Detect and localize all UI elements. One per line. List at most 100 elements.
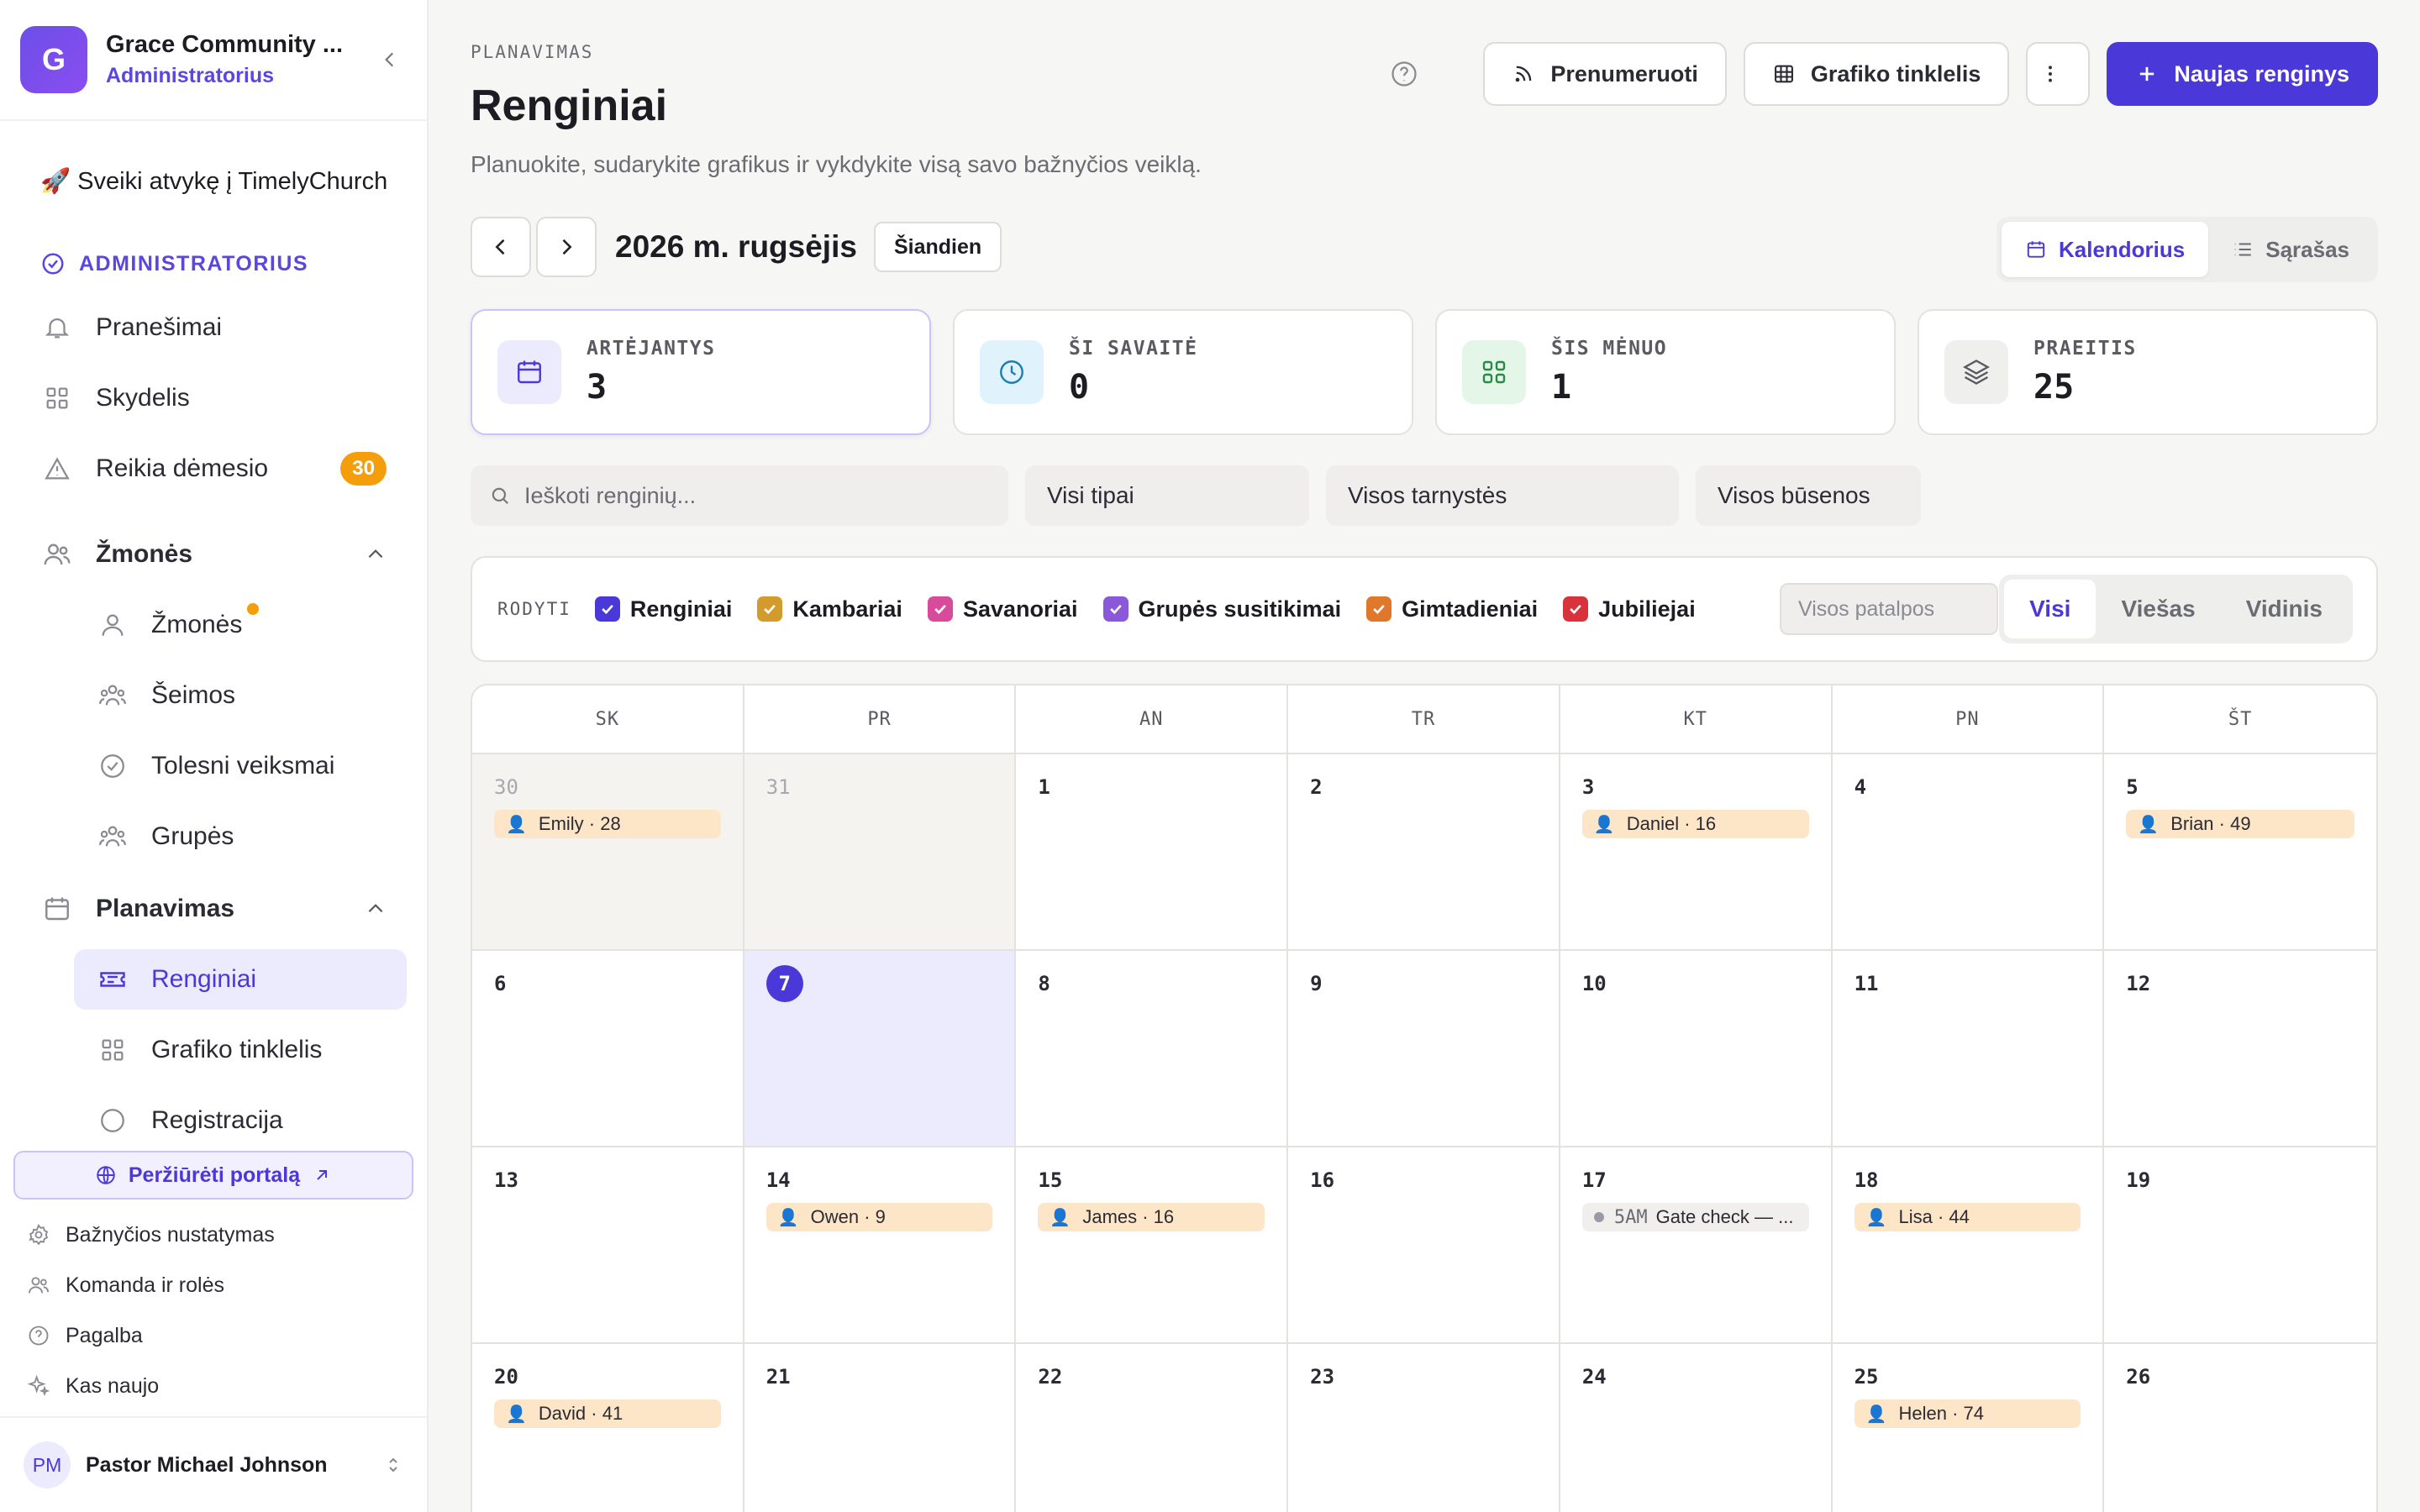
birthday-chip[interactable]: 👤 Emily · 28 xyxy=(494,810,721,838)
day-number: 19 xyxy=(2126,1168,2151,1192)
status-filter-select[interactable]: Visos būsenos xyxy=(1696,465,1921,526)
nav-people[interactable]: Žmonės xyxy=(74,595,407,655)
help-link[interactable]: Pagalba xyxy=(0,1310,427,1361)
whats-new-link[interactable]: Kas naujo xyxy=(0,1361,427,1411)
next-month-button[interactable] xyxy=(536,217,597,277)
calendar-day-cell[interactable]: 4 xyxy=(1832,754,2105,951)
layer-checkbox[interactable]: Savanoriai xyxy=(927,596,1078,622)
search-input[interactable]: Ieškoti renginių... xyxy=(471,465,1008,526)
birthday-chip[interactable]: 👤 Daniel · 16 xyxy=(1581,810,1809,838)
calendar-day-cell[interactable]: 10 xyxy=(1560,951,1833,1147)
org-logo[interactable]: G xyxy=(20,26,87,93)
calendar-day-cell[interactable]: 24 xyxy=(1560,1344,1833,1512)
layer-checkbox[interactable]: Gimtadieniai xyxy=(1366,596,1538,622)
layer-checkbox[interactable]: Grupės susitikimai xyxy=(1102,596,1341,622)
more-options-button[interactable] xyxy=(2026,42,2091,106)
birthday-chip[interactable]: 👤 Lisa · 44 xyxy=(1854,1203,2081,1231)
calendar-day-cell[interactable]: 23 xyxy=(1288,1344,1560,1512)
team-roles-link[interactable]: Komanda ir rolės xyxy=(0,1260,427,1310)
visibility-toggle: Visi Viešas Vidinis xyxy=(1999,575,2353,643)
stat-this-week[interactable]: ŠI SAVAITĖ 0 xyxy=(953,309,1413,435)
calendar-day-cell[interactable]: 13 xyxy=(472,1147,744,1344)
nav-followups[interactable]: Tolesni veiksmai xyxy=(74,736,407,796)
nav-schedule-grid[interactable]: Grafiko tinklelis xyxy=(74,1020,407,1080)
nav-people-group[interactable]: Žmonės xyxy=(20,524,407,585)
rooms-filter-select[interactable]: Visos patalpos xyxy=(1780,583,1998,635)
prev-month-button[interactable] xyxy=(471,217,531,277)
nav-events[interactable]: Renginiai xyxy=(74,949,407,1010)
nav-families[interactable]: Šeimos xyxy=(74,665,407,726)
day-number: 5 xyxy=(2126,775,2139,799)
calendar-day-cell[interactable]: 15 👤 James · 16 xyxy=(1016,1147,1289,1344)
birthday-chip[interactable]: 👤 Owen · 9 xyxy=(765,1203,993,1231)
birthday-chip[interactable]: 👤 Helen · 74 xyxy=(1854,1399,2081,1428)
calendar-day-cell[interactable]: 30 👤 Emily · 28 xyxy=(472,754,744,951)
birthday-chip[interactable]: 👤 James · 16 xyxy=(1038,1203,1265,1231)
birthday-chip[interactable]: 👤 David · 41 xyxy=(494,1399,721,1428)
stat-this-month[interactable]: ŠIS MĖNUO 1 xyxy=(1435,309,1896,435)
calendar-day-cell[interactable]: 22 xyxy=(1016,1344,1289,1512)
calendar-day-cell[interactable]: 11 xyxy=(1832,951,2105,1147)
nav-planning-group[interactable]: Planavimas xyxy=(20,879,407,939)
calendar-day-cell[interactable]: 14 👤 Owen · 9 xyxy=(744,1147,1017,1344)
stat-icon-wrap xyxy=(497,340,561,404)
calendar-day-cell[interactable]: 25 👤 Helen · 74 xyxy=(1833,1344,2105,1512)
help-icon[interactable] xyxy=(1389,59,1419,89)
calendar-event-chip[interactable]: 5AM Gate check — ... xyxy=(1581,1203,1809,1231)
view-portal-button[interactable]: Peržiūrėti portalą xyxy=(13,1151,413,1200)
layer-checkbox[interactable]: Kambariai xyxy=(757,596,902,622)
visibility-all[interactable]: Visi xyxy=(2004,580,2096,638)
birthday-chip[interactable]: 👤 Brian · 49 xyxy=(2126,810,2354,838)
stat-upcoming[interactable]: ARTĖJANTYS 3 xyxy=(471,309,931,435)
nav-registrations[interactable]: Registracija xyxy=(74,1090,407,1142)
calendar-day-cell[interactable]: 12 xyxy=(2104,951,2376,1147)
calendar-day-cell[interactable]: 26 xyxy=(2104,1344,2376,1512)
ministry-filter-select[interactable]: Visos tarnystės xyxy=(1326,465,1679,526)
calendar-day-cell[interactable]: 17 5AM Gate check — ... xyxy=(1560,1147,1833,1344)
visibility-public[interactable]: Viešas xyxy=(2096,580,2220,638)
checkbox-checked-icon xyxy=(594,596,620,622)
church-settings-link[interactable]: Bažnyčios nustatymas xyxy=(0,1210,427,1260)
calendar-day-cell[interactable]: 9 xyxy=(1288,951,1560,1147)
subscribe-button[interactable]: Prenumeruoti xyxy=(1483,42,1727,106)
calendar-day-cell[interactable]: 7 xyxy=(744,951,1017,1147)
org-switcher[interactable]: Grace Community ... Administratorius xyxy=(106,31,373,88)
view-calendar-button[interactable]: Kalendorius xyxy=(2001,222,2209,277)
calendar-day-cell[interactable]: 21 xyxy=(744,1344,1017,1512)
layer-checkbox[interactable]: Jubiliejai xyxy=(1563,596,1696,622)
user-menu[interactable]: PM Pastor Michael Johnson xyxy=(0,1416,427,1512)
ticket-icon xyxy=(96,963,129,996)
person-icon: 👤 xyxy=(1593,815,1615,834)
admin-section-label[interactable]: ADMINISTRATORIUS xyxy=(20,245,407,282)
calendar-day-cell[interactable]: 3 👤 Daniel · 16 xyxy=(1560,754,1833,951)
stat-past[interactable]: PRAEITIS 25 xyxy=(1918,309,2378,435)
view-list-button[interactable]: Sąrašas xyxy=(2208,222,2373,277)
calendar-day-cell[interactable]: 6 xyxy=(472,951,744,1147)
today-button[interactable]: Šiandien xyxy=(873,222,1002,272)
collapse-sidebar-button[interactable] xyxy=(373,43,407,76)
calendar-day-cell[interactable]: 5 👤 Brian · 49 xyxy=(2104,754,2376,951)
nav-groups[interactable]: Grupės xyxy=(74,806,407,867)
welcome-link[interactable]: 🚀 Sveiki atvykę į TimelyChurch xyxy=(20,165,407,198)
calendar-day-cell[interactable]: 20 👤 David · 41 xyxy=(472,1344,744,1512)
calendar-day-cell[interactable]: 18 👤 Lisa · 44 xyxy=(1832,1147,2105,1344)
calendar-day-cell[interactable]: 1 xyxy=(1016,754,1289,951)
team-roles-label: Komanda ir rolės xyxy=(66,1273,224,1297)
layer-checkbox[interactable]: Renginiai xyxy=(594,596,732,622)
nav-attention[interactable]: Reikia dėmesio 30 xyxy=(20,438,407,499)
calendar-day-cell[interactable]: 2 xyxy=(1288,754,1560,951)
calendar-day-cell[interactable]: 31 xyxy=(744,754,1017,951)
type-filter-select[interactable]: Visi tipai xyxy=(1025,465,1309,526)
calendar-day-cell[interactable]: 19 xyxy=(2104,1147,2376,1344)
new-event-button[interactable]: Naujas renginys xyxy=(2107,42,2378,106)
external-link-icon xyxy=(317,1170,328,1180)
calendar-day-cell[interactable]: 16 xyxy=(1288,1147,1560,1344)
schedule-grid-button[interactable]: Grafiko tinklelis xyxy=(1743,42,2010,106)
users-icon xyxy=(40,538,74,571)
chevron-left-icon xyxy=(385,52,394,67)
calendar-day-cell[interactable]: 8 xyxy=(1016,951,1289,1147)
nav-notifications[interactable]: Pranešimai xyxy=(20,297,407,358)
sidebar-header: G Grace Community ... Administratorius xyxy=(0,0,427,121)
nav-dashboard[interactable]: Skydelis xyxy=(20,368,407,428)
visibility-internal[interactable]: Vidinis xyxy=(2221,580,2348,638)
